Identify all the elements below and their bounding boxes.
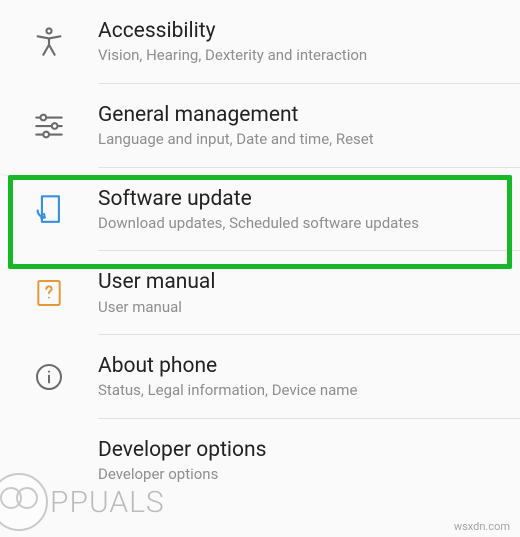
settings-item-general-management[interactable]: General management Language and input, D…: [0, 84, 520, 167]
item-title: General management: [98, 102, 508, 128]
watermark-right-text: wsxdn.com: [454, 520, 510, 533]
text-wrap: General management Language and input, D…: [98, 102, 520, 150]
settings-item-accessibility[interactable]: Accessibility Vision, Hearing, Dexterity…: [0, 0, 520, 83]
icon-wrap: [0, 192, 98, 226]
accessibility-icon: [32, 25, 66, 59]
item-title: About phone: [98, 353, 508, 379]
text-wrap: About phone Status, Legal information, D…: [98, 353, 520, 401]
settings-item-developer-options[interactable]: Developer options Developer options: [0, 419, 520, 502]
icon-wrap: [0, 25, 98, 59]
icon-wrap: [0, 277, 98, 309]
settings-item-software-update[interactable]: Software update Download updates, Schedu…: [0, 168, 520, 251]
text-wrap: Accessibility Vision, Hearing, Dexterity…: [98, 18, 520, 66]
item-title: Developer options: [98, 437, 508, 463]
text-wrap: Developer options Developer options: [98, 437, 520, 485]
settings-item-about-phone[interactable]: About phone Status, Legal information, D…: [0, 335, 520, 418]
item-title: User manual: [98, 269, 508, 295]
info-icon: [33, 361, 65, 393]
item-subtitle: Developer options: [98, 465, 508, 485]
update-icon: [32, 192, 66, 226]
item-subtitle: Download updates, Scheduled software upd…: [98, 214, 508, 234]
settings-list: Accessibility Vision, Hearing, Dexterity…: [0, 0, 520, 502]
text-wrap: User manual User manual: [98, 269, 520, 317]
sliders-icon: [32, 109, 66, 143]
item-subtitle: User manual: [98, 298, 508, 318]
item-subtitle: Status, Legal information, Device name: [98, 381, 508, 401]
manual-icon: [33, 277, 65, 309]
item-subtitle: Vision, Hearing, Dexterity and interacti…: [98, 46, 508, 66]
icon-wrap: [0, 361, 98, 393]
icon-wrap: [0, 109, 98, 143]
item-title: Accessibility: [98, 18, 508, 44]
item-title: Software update: [98, 186, 508, 212]
settings-item-user-manual[interactable]: User manual User manual: [0, 251, 520, 334]
text-wrap: Software update Download updates, Schedu…: [98, 186, 520, 234]
item-subtitle: Language and input, Date and time, Reset: [98, 130, 508, 150]
